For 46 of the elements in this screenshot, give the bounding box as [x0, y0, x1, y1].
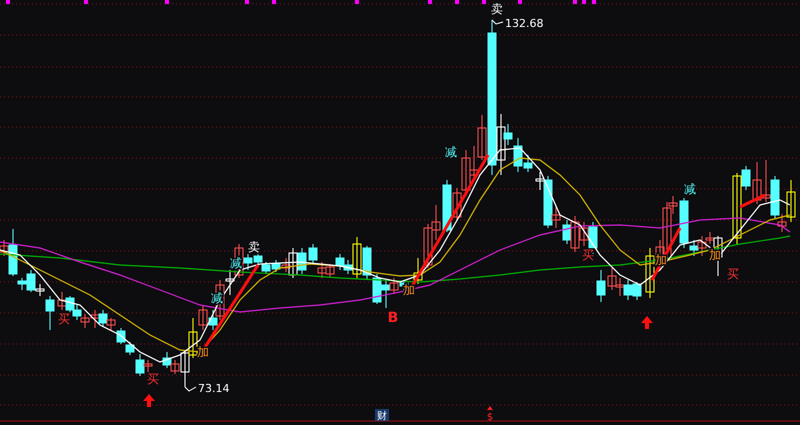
finance-marker: 财 [375, 409, 389, 422]
buy-signal-label: 买 [727, 267, 739, 281]
candlestick [432, 204, 440, 240]
candlestick [72, 304, 82, 320]
candlestick [298, 248, 306, 274]
leader-line [492, 20, 504, 25]
candlestick [326, 264, 334, 278]
candlestick [616, 278, 624, 296]
candlestick [596, 270, 606, 302]
buy-signal-label: 买 [582, 248, 594, 262]
up-arrow-icon [143, 394, 155, 407]
candlestick [752, 162, 762, 204]
candlestick [66, 296, 74, 314]
candlestick [632, 282, 642, 300]
candlestick [308, 244, 318, 264]
high-price-label: 132.68 [505, 17, 544, 30]
reduce-signal-label: 减 [445, 145, 457, 159]
candlestick [362, 246, 372, 280]
reduce-signal-label: 减 [684, 182, 696, 196]
sell-signal-label: 卖 [248, 240, 260, 254]
sell-signal-label: 卖 [491, 2, 503, 16]
candlestick [608, 268, 616, 290]
candlestick [162, 352, 172, 368]
candlestick [372, 274, 382, 304]
candlestick [116, 328, 126, 344]
candlestick [318, 262, 326, 278]
candlestick [98, 310, 108, 326]
candlestick [624, 280, 632, 300]
candlestick [262, 262, 270, 274]
candlestick [272, 260, 280, 272]
buy-signal-label: 买 [147, 372, 159, 386]
up-arrow-icon [641, 316, 653, 329]
candlestick [462, 150, 470, 196]
candlestick [336, 254, 344, 270]
add-signal-label: 加 [655, 253, 667, 267]
low-price-label: 73.14 [198, 382, 230, 395]
candlestick [762, 160, 770, 202]
candlestick [106, 318, 116, 330]
trend-line [739, 194, 766, 208]
candlestick [58, 292, 66, 310]
candlestick [90, 310, 100, 328]
b-point-label: B [388, 310, 398, 326]
trend-line [650, 227, 682, 281]
leader-line [184, 386, 196, 392]
buy-signal-label: 买 [58, 312, 70, 326]
candlestick [80, 314, 90, 328]
